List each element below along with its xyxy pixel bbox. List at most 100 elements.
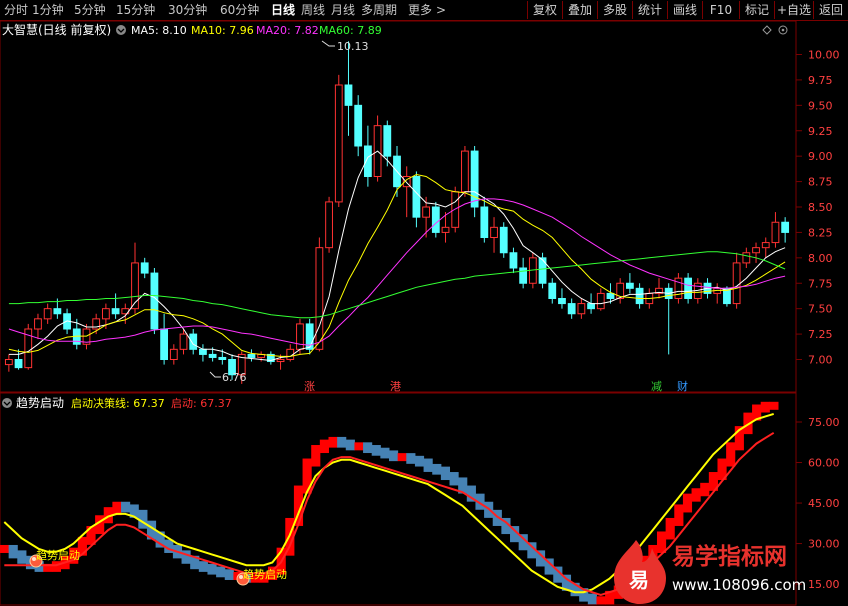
marker-zhang[interactable]: 涨	[304, 380, 315, 393]
y-tick-label: 8.75	[808, 176, 833, 189]
draw-line-button[interactable]: 画线	[667, 1, 702, 19]
sub-y-tick-label: 30.00	[808, 538, 840, 551]
candle-body	[480, 206, 489, 238]
trend-bar	[337, 436, 347, 448]
watermark: 易 易学指标网 www.108096.com	[614, 540, 806, 604]
period-tab-5min[interactable]: 5分钟	[74, 2, 106, 18]
collapse-icon[interactable]	[116, 25, 126, 35]
trend-bar	[596, 596, 606, 605]
start-value-label: 启动: 67.37	[171, 397, 232, 410]
candle-body	[247, 353, 256, 358]
period-tab-weekly[interactable]: 周线	[301, 2, 325, 18]
trend-bar	[0, 544, 10, 553]
candle-body	[548, 282, 557, 299]
trend-bar	[198, 561, 208, 572]
trend-bar	[380, 447, 390, 459]
ma60-label: MA60: 7.89	[319, 24, 382, 37]
marker-gang[interactable]: 港	[390, 380, 401, 393]
main-title: 大智慧(日线 前复权)	[2, 22, 111, 37]
candle-body	[587, 303, 595, 310]
candle-body	[461, 150, 469, 193]
trend-bar	[311, 445, 321, 467]
trend-bar	[51, 561, 62, 572]
candle-body	[354, 104, 363, 147]
candle-body	[558, 298, 566, 305]
period-tab-30min[interactable]: 30分钟	[168, 2, 207, 18]
trend-bar	[656, 531, 667, 553]
signal-label-1: 趋势启动	[36, 549, 80, 562]
candle-body	[781, 221, 790, 233]
trend-bar	[449, 472, 459, 486]
candle-body	[412, 176, 421, 218]
candle-body	[567, 303, 576, 315]
marker-jian[interactable]: 减	[651, 380, 662, 393]
trend-bar	[345, 439, 355, 451]
candle-body	[470, 150, 479, 208]
sub-y-tick-label: 75.00	[808, 416, 840, 429]
candle-body	[334, 84, 343, 203]
trend-bar	[328, 436, 338, 448]
candle-body	[606, 292, 615, 299]
marker-cai[interactable]: 财	[677, 379, 688, 393]
signal-label-2: 趋势启动	[243, 568, 287, 581]
multi-stock-button[interactable]: 多股	[597, 1, 632, 19]
back-button[interactable]: 返回	[813, 1, 848, 19]
y-tick-label: 10.00	[808, 49, 840, 62]
candle-body	[111, 308, 120, 315]
trend-bar	[397, 453, 407, 462]
diamond-icon[interactable]	[762, 25, 772, 35]
y-tick-label: 7.75	[808, 277, 833, 290]
decision-line-label: 启动决策线: 67.37	[71, 396, 165, 410]
period-tab-monthly[interactable]: 月线	[331, 2, 355, 18]
period-tab-1min[interactable]: 1分钟	[32, 2, 64, 18]
trend-bar	[769, 401, 779, 410]
y-tick-label: 7.25	[808, 328, 833, 341]
sub-collapse-icon[interactable]	[2, 398, 12, 408]
y-tick-label: 7.00	[808, 354, 833, 367]
period-tab-daily[interactable]: 日线	[271, 2, 295, 18]
candle-body	[101, 308, 110, 320]
period-tab-60min[interactable]: 60分钟	[220, 2, 259, 18]
candle-body	[732, 262, 741, 305]
candle-body	[160, 328, 169, 360]
candle-body	[422, 206, 431, 218]
trend-bar	[224, 569, 234, 580]
candle-body	[431, 206, 440, 233]
candle-body	[53, 308, 62, 315]
add-watchlist-button[interactable]: +自选	[774, 1, 813, 19]
candle-body	[577, 303, 586, 315]
candle-body	[519, 267, 528, 284]
candle-body	[14, 359, 23, 369]
watermark-logo-char: 易	[629, 568, 649, 592]
candle-body	[490, 226, 498, 238]
f10-button[interactable]: F10	[702, 1, 739, 19]
overlay-button[interactable]: 叠加	[562, 1, 597, 19]
candle-body	[131, 262, 139, 310]
statistics-button[interactable]: 统计	[632, 1, 667, 19]
period-tab-more[interactable]: 更多	[408, 2, 432, 18]
candle-body	[199, 348, 207, 355]
y-tick-label: 9.25	[808, 125, 833, 138]
settings-icon[interactable]	[778, 25, 788, 35]
more-chevron-icon[interactable]: >	[436, 2, 446, 18]
trend-bar	[726, 442, 736, 467]
trend-bar	[302, 458, 312, 494]
period-tab-timeshare[interactable]: 分时	[4, 2, 28, 18]
candle-body	[625, 282, 634, 289]
sub-y-tick-label: 45.00	[808, 497, 840, 510]
candle-body	[761, 242, 770, 249]
high-annotation: 10.13	[321, 40, 369, 53]
y-tick-label: 9.75	[808, 74, 833, 87]
fuquan-button[interactable]: 复权	[527, 1, 562, 19]
candle-body	[218, 356, 227, 361]
period-tab-15min[interactable]: 15分钟	[116, 2, 155, 18]
toolbar: 分时 1分钟 5分钟 15分钟 30分钟 60分钟 日线 周线 月线 多周期 更…	[0, 0, 848, 21]
mark-button[interactable]: 标记	[739, 1, 774, 19]
trend-bar	[319, 439, 329, 454]
chart-canvas[interactable]: 10.00 9.75 9.50 9.25 9.00 8.75 8.50 8.25 8.00 7.7…	[0, 0, 848, 606]
trend-bar	[440, 466, 451, 481]
trend-bar	[207, 563, 217, 575]
period-tab-multi[interactable]: 多周期	[361, 2, 397, 18]
candle-body	[208, 353, 217, 358]
main-y-axis: 10.00 9.75 9.50 9.25 9.00 8.75 8.50 8.25 8.00 7.7…	[796, 49, 840, 367]
